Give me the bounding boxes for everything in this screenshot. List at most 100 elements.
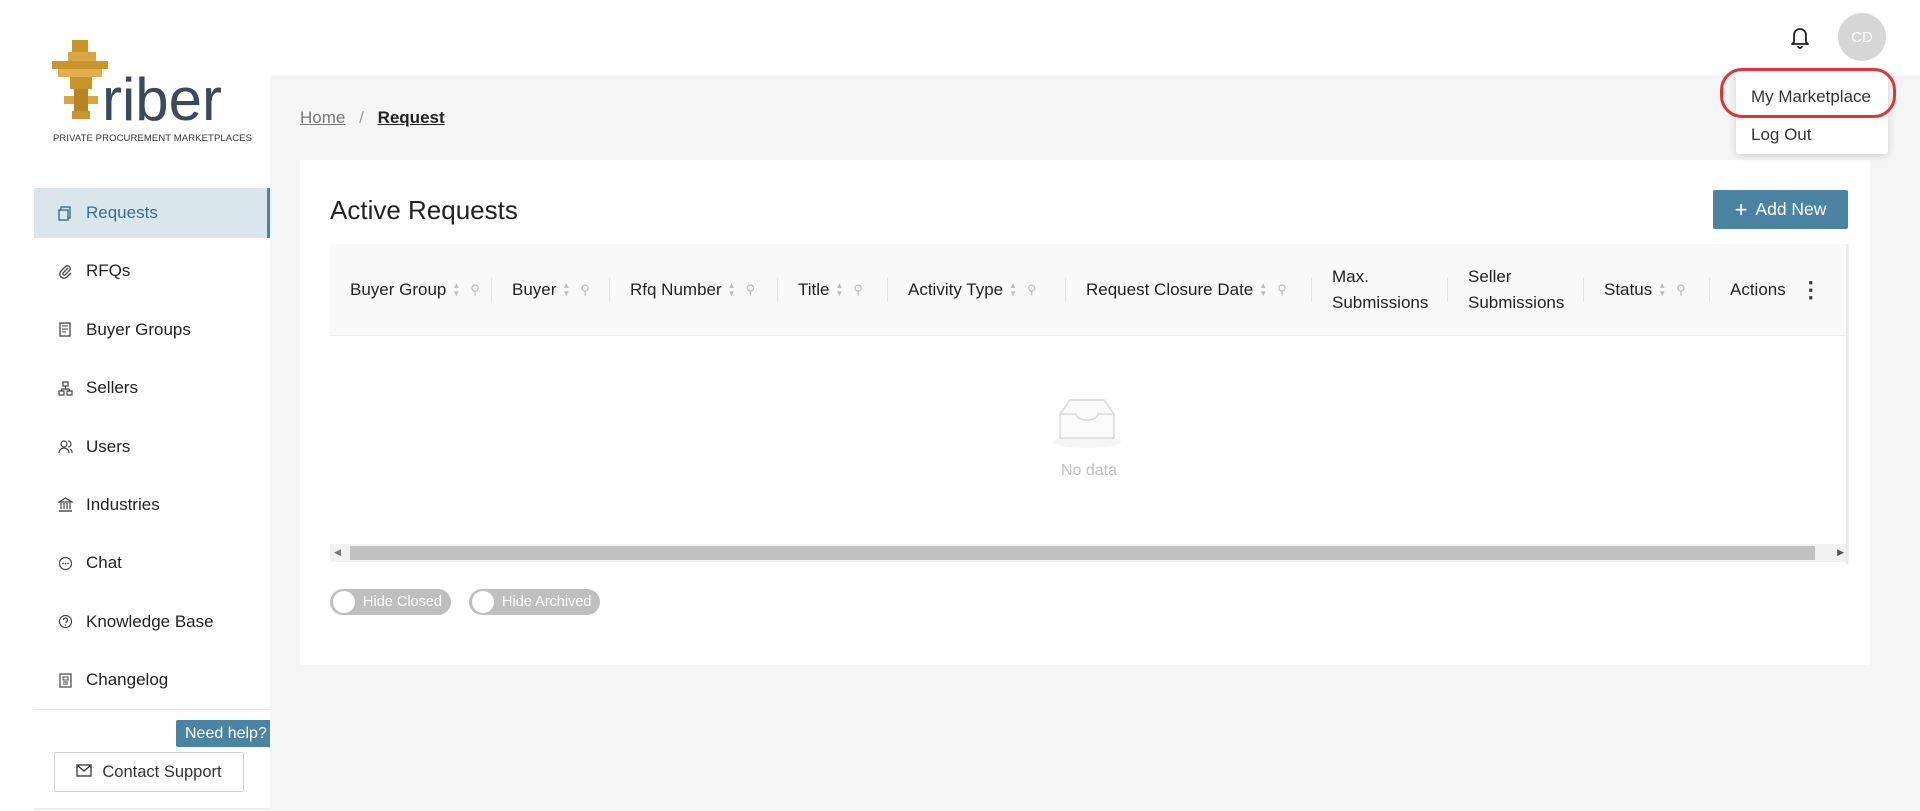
column-header-max-submissions[interactable]: Max. Submissions (1312, 244, 1448, 336)
active-requests-card: Active Requests + Add New Buyer Group ▲ ▼… (300, 160, 1870, 665)
sidebar-item-changelog[interactable]: Changelog (34, 655, 270, 705)
column-header-status[interactable]: Status ▲ ▼ ⚲ (1584, 244, 1710, 336)
column-header-activity-type[interactable]: Activity Type ▲ ▼ ⚲ (888, 244, 1066, 336)
need-help-tooltip[interactable]: Need help? (176, 720, 276, 754)
sidebar-nav: Requests RFQs Buyer Groups Sellers Users… (34, 188, 270, 714)
logo-word: riber (102, 66, 222, 133)
sidebar-item-label: RFQs (86, 261, 131, 281)
sidebar-item-chat[interactable]: Chat (34, 538, 270, 588)
sort-icon[interactable]: ▲ ▼ (562, 282, 570, 298)
scroll-right-icon[interactable]: ▶ (1837, 547, 1844, 558)
sort-icon[interactable]: ▲ ▼ (728, 282, 736, 298)
app-root: riber PRIVATE PROCUREMENT MARKETPLACES R… (0, 0, 1920, 811)
table-toggles: Hide Closed Hide Archived (330, 589, 618, 615)
column-header-rfq-number[interactable]: Rfq Number ▲ ▼ ⚲ (610, 244, 778, 336)
sidebar-item-label: Knowledge Base (86, 611, 214, 631)
toggle-knob (333, 591, 355, 613)
column-header-title[interactable]: Title ▲ ▼ ⚲ (778, 244, 888, 336)
sidebar-item-label: Requests (86, 203, 158, 222)
sidebar-item-label: Chat (86, 553, 122, 573)
sidebar-item-label: Changelog (86, 670, 169, 690)
users-icon (56, 438, 74, 456)
column-label: Activity Type (908, 280, 1004, 299)
column-header-seller-submissions[interactable]: Seller Submissions (1448, 244, 1584, 336)
user-avatar[interactable]: CD (1838, 13, 1886, 61)
paperclip-icon (56, 262, 74, 280)
top-bar (270, 0, 1920, 75)
notification-bell-icon[interactable] (1788, 24, 1812, 50)
scroll-left-icon[interactable]: ◀ (334, 547, 341, 558)
brand-logo[interactable]: riber PRIVATE PROCUREMENT MARKETPLACES (50, 38, 252, 148)
hide-closed-toggle[interactable]: Hide Closed (330, 589, 451, 615)
mail-icon (76, 763, 93, 781)
sidebar-item-rfqs[interactable]: RFQs (34, 246, 270, 296)
search-icon[interactable]: ⚲ (470, 282, 480, 298)
document-copy-icon (56, 204, 74, 222)
horizontal-scrollbar[interactable]: ◀ ▶ (330, 544, 1848, 562)
sort-icon[interactable]: ▲ ▼ (1658, 282, 1666, 298)
requests-table: Buyer Group ▲ ▼ ⚲ Buyer ▲ ▼ ⚲ Rfq Number ▲… (330, 244, 1848, 564)
sidebar-item-sellers[interactable]: Sellers (34, 363, 270, 413)
more-options-icon[interactable]: ⋮ (1800, 279, 1822, 301)
column-header-request-closure-date[interactable]: Request Closure Date ▲ ▼ ⚲ (1066, 244, 1312, 336)
sidebar-item-label: Industries (86, 494, 160, 514)
breadcrumb-current[interactable]: Request (378, 108, 445, 127)
sort-icon[interactable]: ▲ ▼ (452, 282, 460, 298)
sidebar-divider (34, 709, 270, 710)
bank-icon (56, 496, 74, 514)
column-label: Actions (1730, 280, 1786, 299)
breadcrumb: Home / Request (300, 108, 445, 128)
table-header: Buyer Group ▲ ▼ ⚲ Buyer ▲ ▼ ⚲ Rfq Number ▲… (330, 244, 1848, 336)
sidebar-item-users[interactable]: Users (34, 422, 270, 472)
column-label: Rfq Number (630, 280, 722, 299)
sidebar-item-label: Users (86, 436, 131, 456)
column-label: Buyer (512, 280, 557, 299)
column-label: Status (1604, 280, 1653, 299)
hide-archived-toggle[interactable]: Hide Archived (469, 589, 601, 615)
sort-icon[interactable]: ▲ ▼ (1009, 282, 1017, 298)
toggle-knob (472, 591, 494, 613)
search-icon[interactable]: ⚲ (1027, 282, 1037, 298)
column-label: Seller Submissions (1468, 267, 1565, 312)
sidebar-bottom-border (34, 808, 270, 810)
menu-item-log-out[interactable]: Log Out (1736, 116, 1888, 154)
sidebar: riber PRIVATE PROCUREMENT MARKETPLACES R… (0, 0, 276, 811)
column-label: Buyer Group (350, 280, 447, 299)
table-scroll-shadow (1846, 244, 1849, 564)
search-icon[interactable]: ⚲ (853, 282, 863, 298)
file-list-icon (56, 671, 74, 689)
empty-inbox-icon (1053, 399, 1121, 448)
sidebar-item-requests[interactable]: Requests (34, 188, 270, 238)
sidebar-item-label: Buyer Groups (86, 319, 191, 339)
org-chart-icon (56, 379, 74, 397)
scrollbar-thumb[interactable] (350, 546, 1815, 560)
question-circle-icon (56, 613, 74, 631)
contact-support-button[interactable]: Contact Support (54, 752, 244, 792)
sort-icon[interactable]: ▲ ▼ (1259, 282, 1267, 298)
column-header-actions[interactable]: Actions ⋮ (1710, 244, 1848, 336)
sidebar-item-buyer-groups[interactable]: Buyer Groups (34, 305, 270, 355)
toggle-label: Hide Closed (363, 594, 442, 610)
breadcrumb-home-link[interactable]: Home (300, 108, 345, 127)
search-icon[interactable]: ⚲ (746, 282, 756, 298)
page-title: Active Requests (330, 195, 518, 225)
plus-icon: + (1734, 196, 1748, 222)
empty-state: No data (330, 336, 1848, 536)
column-header-buyer-group[interactable]: Buyer Group ▲ ▼ ⚲ (330, 244, 492, 336)
contact-support-label: Contact Support (102, 762, 222, 781)
sidebar-item-label: Sellers (86, 378, 138, 398)
column-label: Max. Submissions (1332, 267, 1429, 312)
sort-icon[interactable]: ▲ ▼ (836, 282, 844, 298)
search-icon[interactable]: ⚲ (1676, 282, 1686, 298)
column-label: Title (798, 280, 830, 299)
column-header-buyer[interactable]: Buyer ▲ ▼ ⚲ (492, 244, 610, 336)
search-icon[interactable]: ⚲ (580, 282, 590, 298)
menu-item-my-marketplace[interactable]: My Marketplace (1736, 78, 1888, 116)
search-icon[interactable]: ⚲ (1277, 282, 1287, 298)
toggle-label: Hide Archived (502, 594, 592, 610)
add-new-button[interactable]: + Add New (1713, 190, 1848, 229)
main-content: Home / Request Active Requests + Add New… (270, 75, 1920, 811)
sidebar-item-industries[interactable]: Industries (34, 480, 270, 530)
sidebar-item-knowledge-base[interactable]: Knowledge Base (34, 597, 270, 647)
totem-logo-icon: riber (52, 40, 222, 133)
